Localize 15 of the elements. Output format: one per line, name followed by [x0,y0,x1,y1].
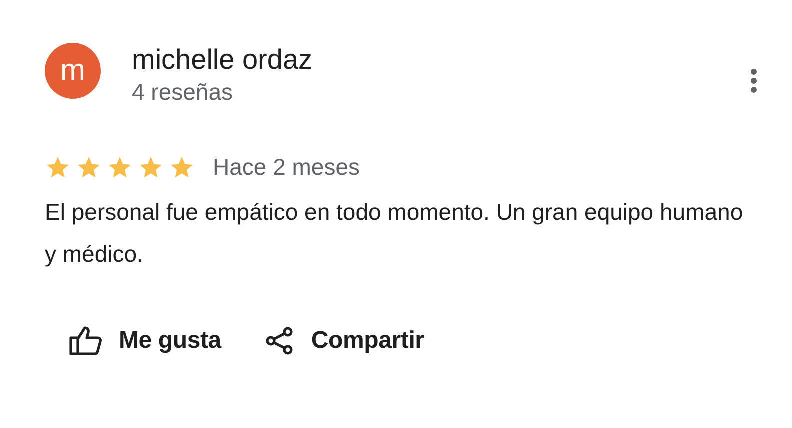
star-icon [138,154,164,180]
more-options-icon[interactable] [749,68,759,94]
share-icon [265,326,296,356]
review-count: 4 reseñas [132,78,234,107]
star-icon [169,154,195,180]
author-name[interactable]: michelle ordaz [132,43,749,77]
like-button[interactable]: Me gusta [69,326,222,356]
star-icon [45,154,71,180]
share-button[interactable]: Compartir [265,326,424,356]
star-icon [107,154,133,180]
star-icon [76,154,102,180]
review-date: Hace 2 meses [213,154,360,181]
avatar[interactable]: m [45,43,101,99]
review-text: El personal fue empático en todo momento. Un gran equipo humano y médico. [45,198,744,269]
thumbs-up-icon [69,326,103,356]
